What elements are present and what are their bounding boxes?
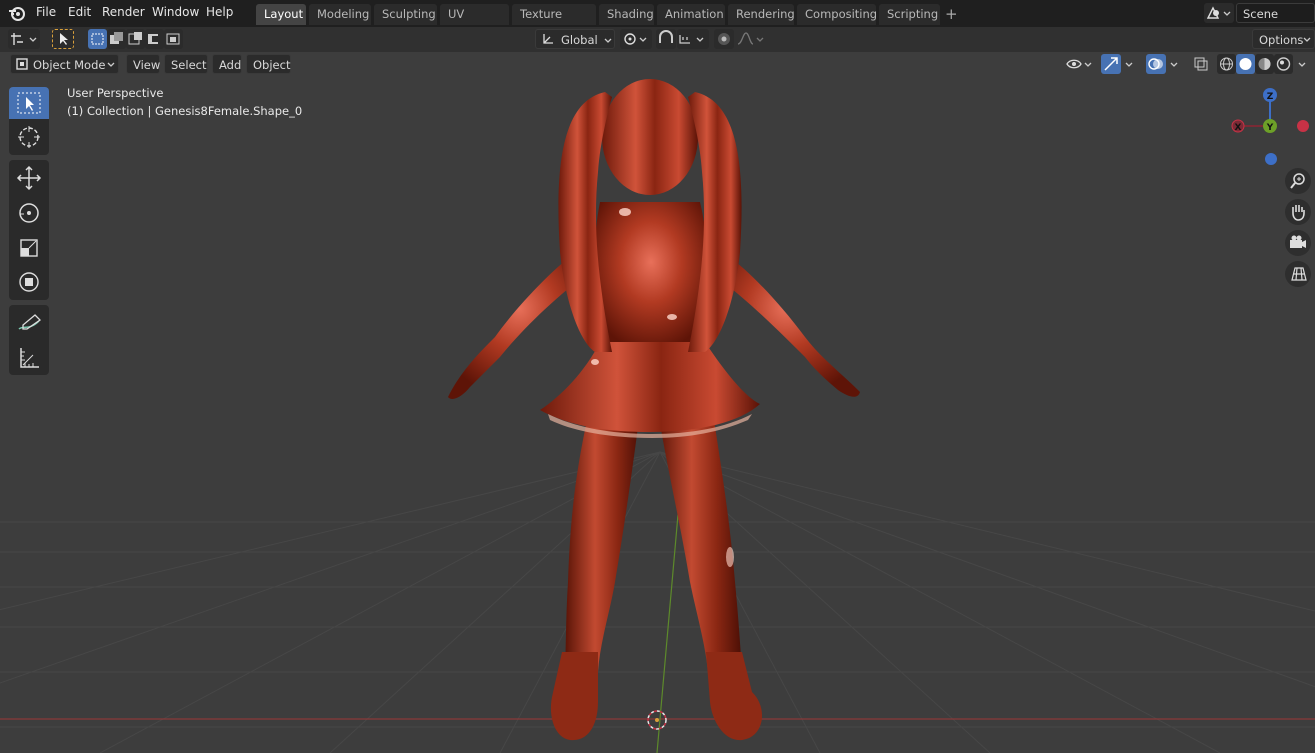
tab-uv-editing[interactable]: UV Editing [440, 4, 509, 42]
orientation-dropdown[interactable]: Global [535, 29, 615, 49]
3d-viewport[interactable]: Object Mode View Select Add Object User … [0, 52, 1315, 753]
plus-icon[interactable]: + [945, 5, 958, 23]
view-menu[interactable]: View [126, 54, 160, 74]
select-tool-icon[interactable] [52, 29, 74, 49]
rotate-icon [19, 203, 39, 223]
x-axis-label: X [1235, 123, 1242, 133]
move-arrows-icon [16, 165, 42, 191]
pivot-point-icon[interactable] [620, 29, 652, 49]
left-boot [550, 652, 598, 741]
floor-grid [0, 451, 1315, 753]
tab-modeling[interactable]: Modeling [309, 4, 371, 25]
snap-toggle-icon[interactable] [656, 29, 676, 49]
mode-label: Object Mode [33, 58, 106, 72]
crosshair-cursor-icon [18, 126, 40, 148]
scale-tool[interactable] [9, 230, 49, 265]
orientation-axes-icon [543, 34, 553, 44]
wireframe-shading-icon[interactable] [1217, 54, 1236, 74]
select-mode-subtract-icon[interactable] [126, 29, 145, 49]
orthographic-grid-icon[interactable] [1285, 261, 1311, 287]
y-axis-line [656, 491, 681, 753]
move-tool[interactable] [9, 160, 49, 196]
tab-sculpting[interactable]: Sculpting [374, 4, 437, 25]
menu-window[interactable]: Window [152, 5, 199, 19]
blender-logo-icon[interactable] [8, 5, 26, 21]
scene-field[interactable]: Scene [1236, 3, 1315, 23]
mode-dropdown[interactable]: Object Mode [10, 54, 119, 74]
proportional-editing-icon[interactable] [714, 29, 734, 49]
transform-pivot-icon[interactable] [8, 29, 40, 49]
annotate-tool[interactable] [9, 305, 49, 340]
right-leg [658, 407, 742, 672]
camera-view-icon[interactable] [1285, 230, 1311, 256]
select-mode-extend-icon[interactable] [107, 29, 126, 49]
pan-hand-icon[interactable] [1285, 199, 1311, 225]
head [602, 79, 698, 195]
tab-shading[interactable]: Shading [599, 4, 654, 25]
menu-edit[interactable]: Edit [68, 5, 91, 19]
select-box-tool[interactable] [9, 87, 49, 119]
menu-help[interactable]: Help [206, 5, 233, 19]
solid-shading-icon[interactable] [1236, 54, 1255, 74]
3d-cursor [647, 710, 667, 730]
z-axis-label: Z [1267, 92, 1274, 102]
rendered-shading-icon[interactable] [1274, 54, 1293, 74]
overlays-toggle-icon[interactable] [1146, 54, 1166, 74]
tab-compositing[interactable]: Compositing [797, 4, 877, 25]
object-menu[interactable]: Object [246, 54, 291, 74]
navigation-gizmo[interactable]: Z Y X [1225, 84, 1315, 166]
overlays-dropdown-icon[interactable] [1166, 54, 1184, 74]
menu-render[interactable]: Render [102, 5, 145, 19]
transform-tool[interactable] [9, 265, 49, 300]
material-shading-icon[interactable] [1255, 54, 1274, 74]
chevron-down-icon [1303, 37, 1311, 42]
orientation-label: Global [561, 33, 598, 47]
rotate-tool[interactable] [9, 196, 49, 230]
tab-scripting[interactable]: Scripting [879, 4, 940, 25]
tab-animation[interactable]: Animation [657, 4, 725, 25]
options-label: Options [1259, 33, 1304, 47]
viewport-scene [0, 79, 1315, 753]
falloff-curve-icon[interactable] [735, 29, 767, 49]
select-mode-difference-icon[interactable] [145, 29, 164, 49]
perspective-label: User Perspective [67, 86, 164, 100]
left-leg [565, 407, 640, 672]
tab-texture-paint[interactable]: Texture Paint [512, 4, 596, 42]
visibility-eye-icon[interactable] [1064, 54, 1096, 74]
snap-target-icon[interactable] [677, 29, 709, 49]
shading-dropdown-icon[interactable] [1294, 54, 1312, 74]
zoom-icon[interactable] [1285, 168, 1311, 194]
y-axis-label: Y [1266, 123, 1274, 133]
gizmo-dropdown-icon[interactable] [1121, 54, 1139, 74]
top-bar: File Edit Render Window Help Layout Mode… [0, 0, 1315, 42]
gizmo-toggle-icon[interactable] [1101, 54, 1121, 74]
transform-icon [19, 272, 39, 292]
scale-icon [20, 239, 38, 257]
scene-selector-icon[interactable] [1204, 3, 1234, 23]
select-mode-intersect-icon[interactable] [164, 29, 183, 49]
menu-file[interactable]: File [36, 5, 56, 19]
pencil-icon [18, 314, 42, 330]
select-mode-new-icon[interactable] [88, 29, 107, 49]
options-dropdown[interactable]: Options [1252, 29, 1315, 49]
chevron-down-icon [107, 62, 115, 67]
chevron-down-icon [603, 30, 613, 50]
xray-toggle-icon[interactable] [1191, 54, 1211, 74]
cursor-select-icon [17, 92, 41, 114]
select-menu[interactable]: Select [164, 54, 208, 74]
ruler-icon [20, 348, 39, 368]
tool-settings-bar: Global Options [0, 27, 1315, 52]
object-mode-icon [16, 58, 28, 70]
tab-rendering[interactable]: Rendering [728, 4, 795, 25]
tab-layout[interactable]: Layout [256, 4, 306, 25]
collection-label: (1) Collection | Genesis8Female.Shape_0 [67, 104, 303, 118]
cursor-tool[interactable] [9, 119, 49, 155]
skirt [540, 342, 760, 432]
add-menu[interactable]: Add [212, 54, 242, 74]
measure-tool[interactable] [9, 340, 49, 375]
torso [594, 202, 708, 352]
